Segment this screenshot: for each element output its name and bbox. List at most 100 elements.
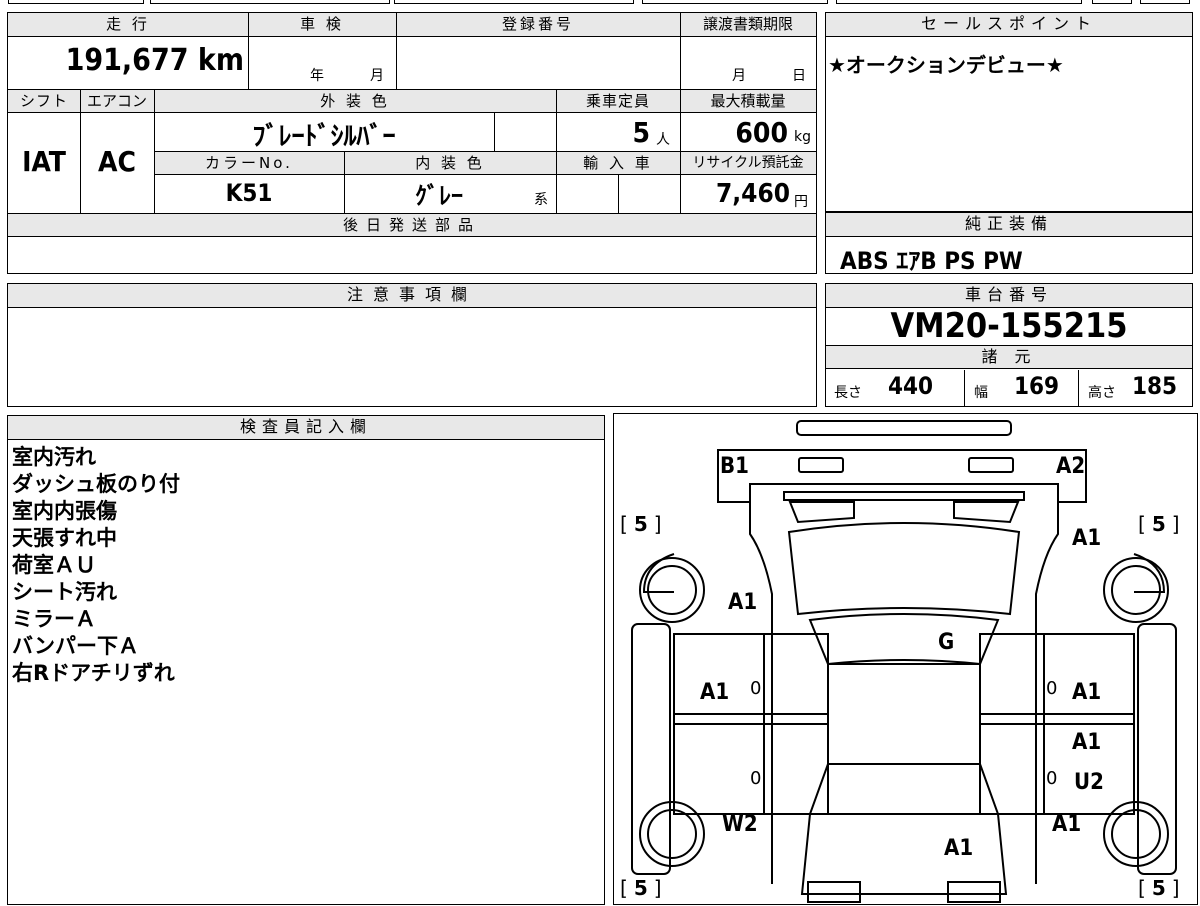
mileage-value: 191,677 km (8, 43, 244, 78)
sales-point-box: セールスポイント ★オークションデビュー★ (825, 12, 1193, 212)
inspector-note: 天張すれ中 (12, 526, 117, 550)
inspector-note: 右Rドアチリずれ (12, 661, 175, 685)
tire-tread-fr: [5] (1138, 512, 1186, 536)
tire-front-right (1103, 557, 1169, 623)
divider (556, 89, 557, 213)
zero-mark: 0 (1046, 678, 1058, 699)
capacity-value: 5 (632, 116, 650, 149)
top-cell (642, 0, 828, 4)
divider (344, 151, 345, 213)
interior-color-suffix: 系 (534, 192, 548, 208)
mark-door-rr: U2 (1074, 770, 1104, 795)
rear-window-shape (808, 763, 1000, 815)
import-header: 輸 入 車 (556, 151, 680, 175)
inspector-box: 検査員記入欄 室内汚れ ダッシュ板のり付 室内内張傷 天張すれ中 荷室ＡＵ シー… (7, 415, 605, 905)
height-value: 185 (1132, 372, 1178, 400)
shift-value: IAT (22, 145, 66, 178)
mark-quarter-left: W2 (722, 812, 758, 837)
roof-shape (827, 663, 981, 765)
aircon-header: エアコン (80, 89, 154, 113)
headlight-left (798, 457, 844, 473)
height-label: 高さ (1088, 385, 1116, 401)
side-skirt-left (631, 623, 671, 875)
tire-tread-rr: [5] (1138, 876, 1186, 900)
recycle-unit: 円 (794, 194, 808, 210)
interior-color-header: 内 装 色 (344, 151, 556, 175)
capacity-unit: 人 (656, 132, 670, 148)
color-no-header: カラーNo. (154, 151, 344, 175)
inspector-note: シート汚れ (12, 580, 117, 604)
interior-color-value: ｸﾞﾚｰ (415, 182, 463, 210)
mark-hood-right: A1 (1072, 526, 1102, 551)
mark-door-fl: A1 (700, 680, 730, 705)
tire-front-left (639, 557, 705, 623)
front-lamp-left (788, 501, 855, 524)
mark-fender-left: A1 (728, 590, 758, 615)
inspector-note: ミラーＡ (12, 607, 96, 631)
chassis-value: VM20-155215 (890, 306, 1128, 346)
divider (618, 175, 619, 213)
front-body-shape (717, 449, 1087, 503)
divider (680, 13, 681, 213)
inspection-month-label: 月 (370, 68, 384, 84)
headlight-right (968, 457, 1014, 473)
tire-rear-left (639, 801, 705, 867)
mileage-number: 191,677 (65, 43, 189, 78)
recycle-header: リサイクル預託金 (680, 151, 816, 175)
max-load-header: 最大積載量 (680, 89, 816, 113)
inspector-note: ダッシュ板のり付 (12, 472, 180, 496)
sales-point-header: セールスポイント (826, 13, 1192, 37)
top-cell (1140, 0, 1190, 4)
inspector-note: 室内内張傷 (12, 499, 117, 523)
specs-header: 諸 元 (826, 345, 1192, 369)
equipment-box: 純正装備 ABS ｴｱB PS PW (825, 212, 1193, 275)
length-label: 長さ (834, 385, 862, 401)
transfer-day-label: 日 (792, 68, 806, 84)
transfer-month-label: 月 (732, 68, 746, 84)
divider (494, 113, 495, 151)
mark-roof: G (938, 630, 955, 655)
length-value: 440 (888, 372, 934, 400)
registration-header: 登録番号 (396, 13, 680, 37)
inspector-note: 荷室ＡＵ (12, 553, 96, 577)
specs-row: 長さ 440 幅 169 高さ 185 (826, 370, 1192, 406)
zero-mark: 0 (750, 678, 762, 699)
car-outline-svg (631, 420, 1177, 903)
chassis-header: 車台番号 (826, 284, 1192, 308)
mark-quarter-right: A1 (1052, 812, 1082, 837)
divider (396, 13, 397, 89)
top-cell (8, 0, 144, 4)
windshield-shape (808, 613, 1000, 666)
color-no-value: K51 (225, 179, 273, 207)
aircon-value: AC (98, 145, 136, 178)
mark-rear: A1 (944, 836, 974, 861)
hood-shape (787, 522, 1021, 616)
tire-rear-right (1103, 801, 1169, 867)
divider (964, 370, 965, 406)
inspector-header: 検査員記入欄 (8, 416, 604, 440)
side-skirt-right (1137, 623, 1177, 875)
top-cell (394, 0, 634, 4)
mark-door-rr-top: A1 (1072, 730, 1102, 755)
notes-box: 注意事項欄 (7, 283, 817, 407)
top-cell (150, 0, 390, 4)
vehicle-info-grid: 走 行 車 検 登録番号 譲渡書類期限 191,677 km 年 月 月 日 シ… (7, 12, 817, 274)
top-cell (836, 0, 1082, 4)
notes-header: 注意事項欄 (8, 284, 816, 308)
divider (248, 13, 249, 89)
inspection-year-label: 年 (310, 68, 324, 84)
divider (80, 89, 81, 213)
top-cell (1092, 0, 1132, 4)
divider (1078, 370, 1079, 406)
width-label: 幅 (974, 385, 988, 401)
tire-tread-fl: [5] (620, 512, 668, 536)
equipment-value: ABS ｴｱB PS PW (840, 247, 1023, 275)
top-strip (0, 0, 1200, 6)
recycle-value: 7,460 (716, 179, 790, 209)
max-load-unit: kg (794, 129, 811, 145)
inspector-note: 室内汚れ (12, 445, 96, 469)
max-load-value: 600 (735, 116, 788, 149)
exterior-color-header: 外 装 色 (154, 89, 556, 113)
width-value: 169 (1014, 372, 1060, 400)
zero-mark: 0 (1046, 768, 1058, 789)
